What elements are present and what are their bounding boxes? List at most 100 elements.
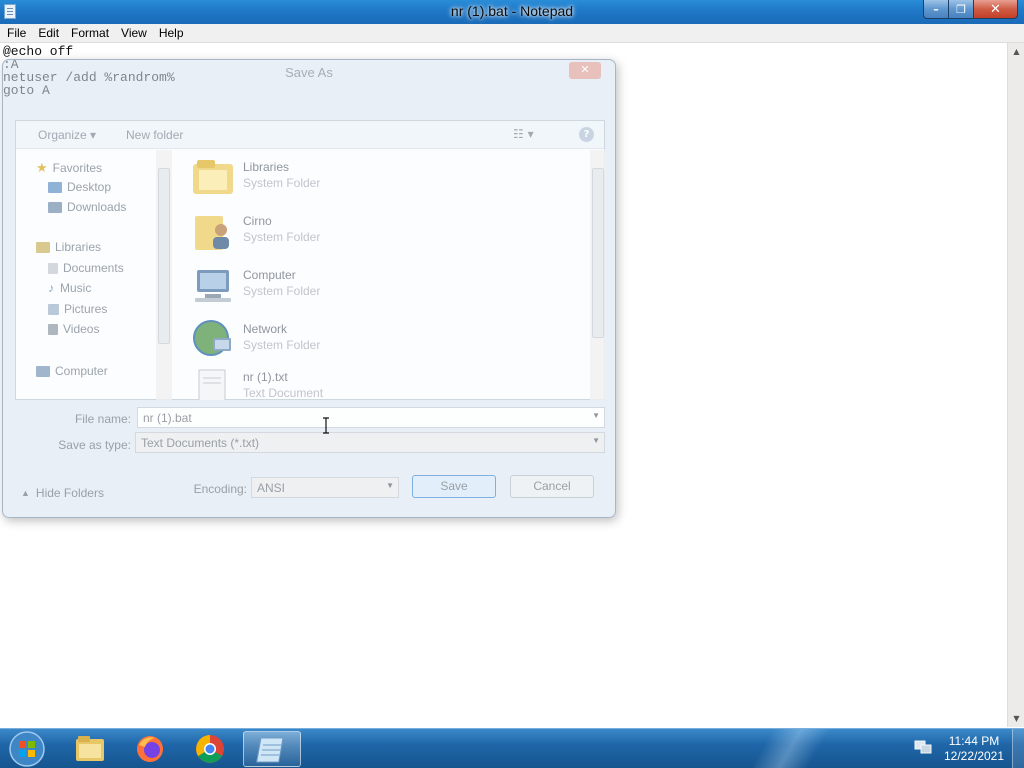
file-name-label: File name:	[74, 412, 131, 426]
file-item-nr-txt[interactable]: nr (1).txt Text Document	[191, 364, 571, 400]
chrome-icon	[196, 735, 224, 763]
cancel-button[interactable]: Cancel	[510, 475, 594, 498]
nav-pictures-label: Pictures	[64, 302, 108, 316]
nav-downloads[interactable]: Downloads	[48, 200, 126, 214]
show-desktop-button[interactable]	[1012, 729, 1024, 768]
file-item-network[interactable]: Network System Folder	[191, 316, 571, 366]
taskbar: 11:44 PM 12/22/2021	[0, 728, 1024, 768]
navigation-scroll-thumb[interactable]	[158, 168, 170, 344]
network-icon	[193, 320, 231, 356]
videos-icon	[48, 323, 58, 335]
file-name: Network	[243, 322, 288, 336]
save-as-type-label: Save as type:	[58, 438, 131, 452]
new-folder-button[interactable]: New folder	[126, 128, 183, 142]
chevron-down-icon[interactable]: ▼	[386, 481, 394, 490]
nav-music-label: Music	[60, 281, 92, 295]
desktop-icon	[48, 181, 62, 193]
taskbar-firefox-button[interactable]	[121, 731, 179, 767]
nav-music[interactable]: ♪ Music	[48, 281, 91, 295]
close-button[interactable]: ✕	[974, 0, 1018, 19]
firefox-icon	[137, 736, 163, 762]
network-tray-icon[interactable]	[914, 738, 932, 756]
window-caption-buttons: – ❐ ✕	[923, 0, 1018, 20]
star-icon: ★	[36, 160, 48, 175]
menu-format[interactable]: Format	[65, 26, 115, 40]
nav-libraries-label: Libraries	[55, 240, 102, 254]
taskbar-notepad-button[interactable]	[243, 731, 301, 767]
minimize-button[interactable]: –	[923, 0, 949, 19]
chevron-up-icon: ▲	[21, 488, 30, 498]
computer-nav-icon	[36, 365, 50, 377]
save-as-type-select[interactable]: Text Documents (*.txt) ▼	[135, 432, 605, 453]
dialog-title: Save As	[285, 65, 333, 80]
libraries-icon	[193, 160, 233, 194]
nav-desktop[interactable]: Desktop	[48, 180, 111, 194]
menu-help[interactable]: Help	[153, 26, 190, 40]
editor-vertical-scrollbar[interactable]: ▲ ▼	[1007, 43, 1024, 727]
file-type: System Folder	[243, 176, 321, 190]
organize-button[interactable]: Organize ▾	[38, 128, 96, 142]
encoding-select[interactable]: ANSI ▼	[251, 477, 399, 498]
nav-desktop-label: Desktop	[67, 180, 112, 194]
system-clock[interactable]: 11:44 PM 12/22/2021	[938, 734, 1010, 764]
documents-icon	[48, 262, 58, 274]
file-list-scrollbar[interactable]	[590, 150, 606, 400]
scroll-down-icon[interactable]: ▼	[1008, 710, 1024, 727]
save-button[interactable]: Save	[412, 475, 496, 498]
menu-file[interactable]: File	[1, 26, 32, 40]
downloads-icon	[48, 201, 62, 213]
file-list-scroll-thumb[interactable]	[592, 168, 604, 338]
text-file-icon	[198, 369, 226, 400]
pictures-icon	[48, 303, 59, 315]
navigation-pane: ★ Favorites Desktop Downloads Libraries …	[16, 150, 171, 400]
file-explorer-icon	[76, 736, 104, 761]
nav-favorites[interactable]: ★ Favorites	[36, 160, 102, 176]
music-icon: ♪	[48, 281, 54, 295]
chevron-down-icon[interactable]: ▼	[592, 411, 600, 420]
taskbar-chrome-button[interactable]	[181, 731, 239, 767]
clock-time: 11:44 PM	[948, 734, 1000, 748]
nav-computer[interactable]: Computer	[36, 364, 108, 378]
file-name: nr (1).txt	[243, 370, 288, 384]
dialog-close-button[interactable]: ✕	[569, 62, 601, 79]
text-cursor-icon	[323, 417, 329, 434]
window-title-bar[interactable]: nr (1).bat - Notepad – ❐ ✕	[0, 0, 1024, 24]
change-view-icon[interactable]: ☷ ▾	[513, 127, 534, 141]
user-folder-icon	[195, 216, 229, 250]
nav-documents[interactable]: Documents	[48, 261, 124, 275]
scroll-up-icon[interactable]: ▲	[1008, 43, 1024, 60]
chevron-down-icon[interactable]: ▼	[592, 436, 600, 445]
save-as-dialog: Save As ✕ Organize ▾ New folder ☷ ▾ ? ★ …	[2, 59, 616, 518]
file-name-input[interactable]: nr (1).bat ▼	[137, 407, 605, 428]
nav-pictures[interactable]: Pictures	[48, 302, 107, 316]
file-name: Cirno	[243, 214, 272, 228]
file-item-computer[interactable]: Computer System Folder	[191, 262, 571, 312]
nav-videos[interactable]: Videos	[48, 322, 99, 336]
file-type: Text Document	[243, 386, 324, 400]
hide-folders-button[interactable]: ▲ Hide Folders	[21, 486, 104, 500]
start-button[interactable]	[4, 729, 50, 768]
file-item-libraries[interactable]: Libraries System Folder	[191, 154, 571, 204]
help-icon[interactable]: ?	[579, 127, 594, 142]
file-name: Libraries	[243, 160, 290, 174]
taskbar-explorer-button[interactable]	[61, 731, 119, 767]
nav-documents-label: Documents	[63, 261, 124, 275]
navigation-scrollbar[interactable]	[156, 150, 172, 400]
file-type: System Folder	[243, 284, 321, 298]
file-item-cirno[interactable]: Cirno System Folder	[191, 208, 571, 258]
nav-favorites-label: Favorites	[52, 161, 103, 175]
dialog-browser-pane: Organize ▾ New folder ☷ ▾ ? ★ Favorites …	[15, 120, 606, 400]
dialog-toolbar: Organize ▾ New folder ☷ ▾ ?	[16, 121, 604, 149]
encoding-label: Encoding:	[193, 482, 247, 496]
taskbar-glare	[730, 729, 850, 768]
nav-computer-label: Computer	[55, 364, 108, 378]
encoding-value: ANSI	[257, 481, 286, 495]
nav-downloads-label: Downloads	[67, 200, 127, 214]
menu-view[interactable]: View	[115, 26, 153, 40]
maximize-button[interactable]: ❐	[949, 0, 974, 19]
menu-edit[interactable]: Edit	[32, 26, 65, 40]
computer-icon	[195, 270, 231, 302]
file-list: Libraries System Folder Cirno System Fol…	[181, 150, 589, 400]
window-title: nr (1).bat - Notepad	[450, 3, 574, 19]
nav-libraries[interactable]: Libraries	[36, 240, 101, 254]
